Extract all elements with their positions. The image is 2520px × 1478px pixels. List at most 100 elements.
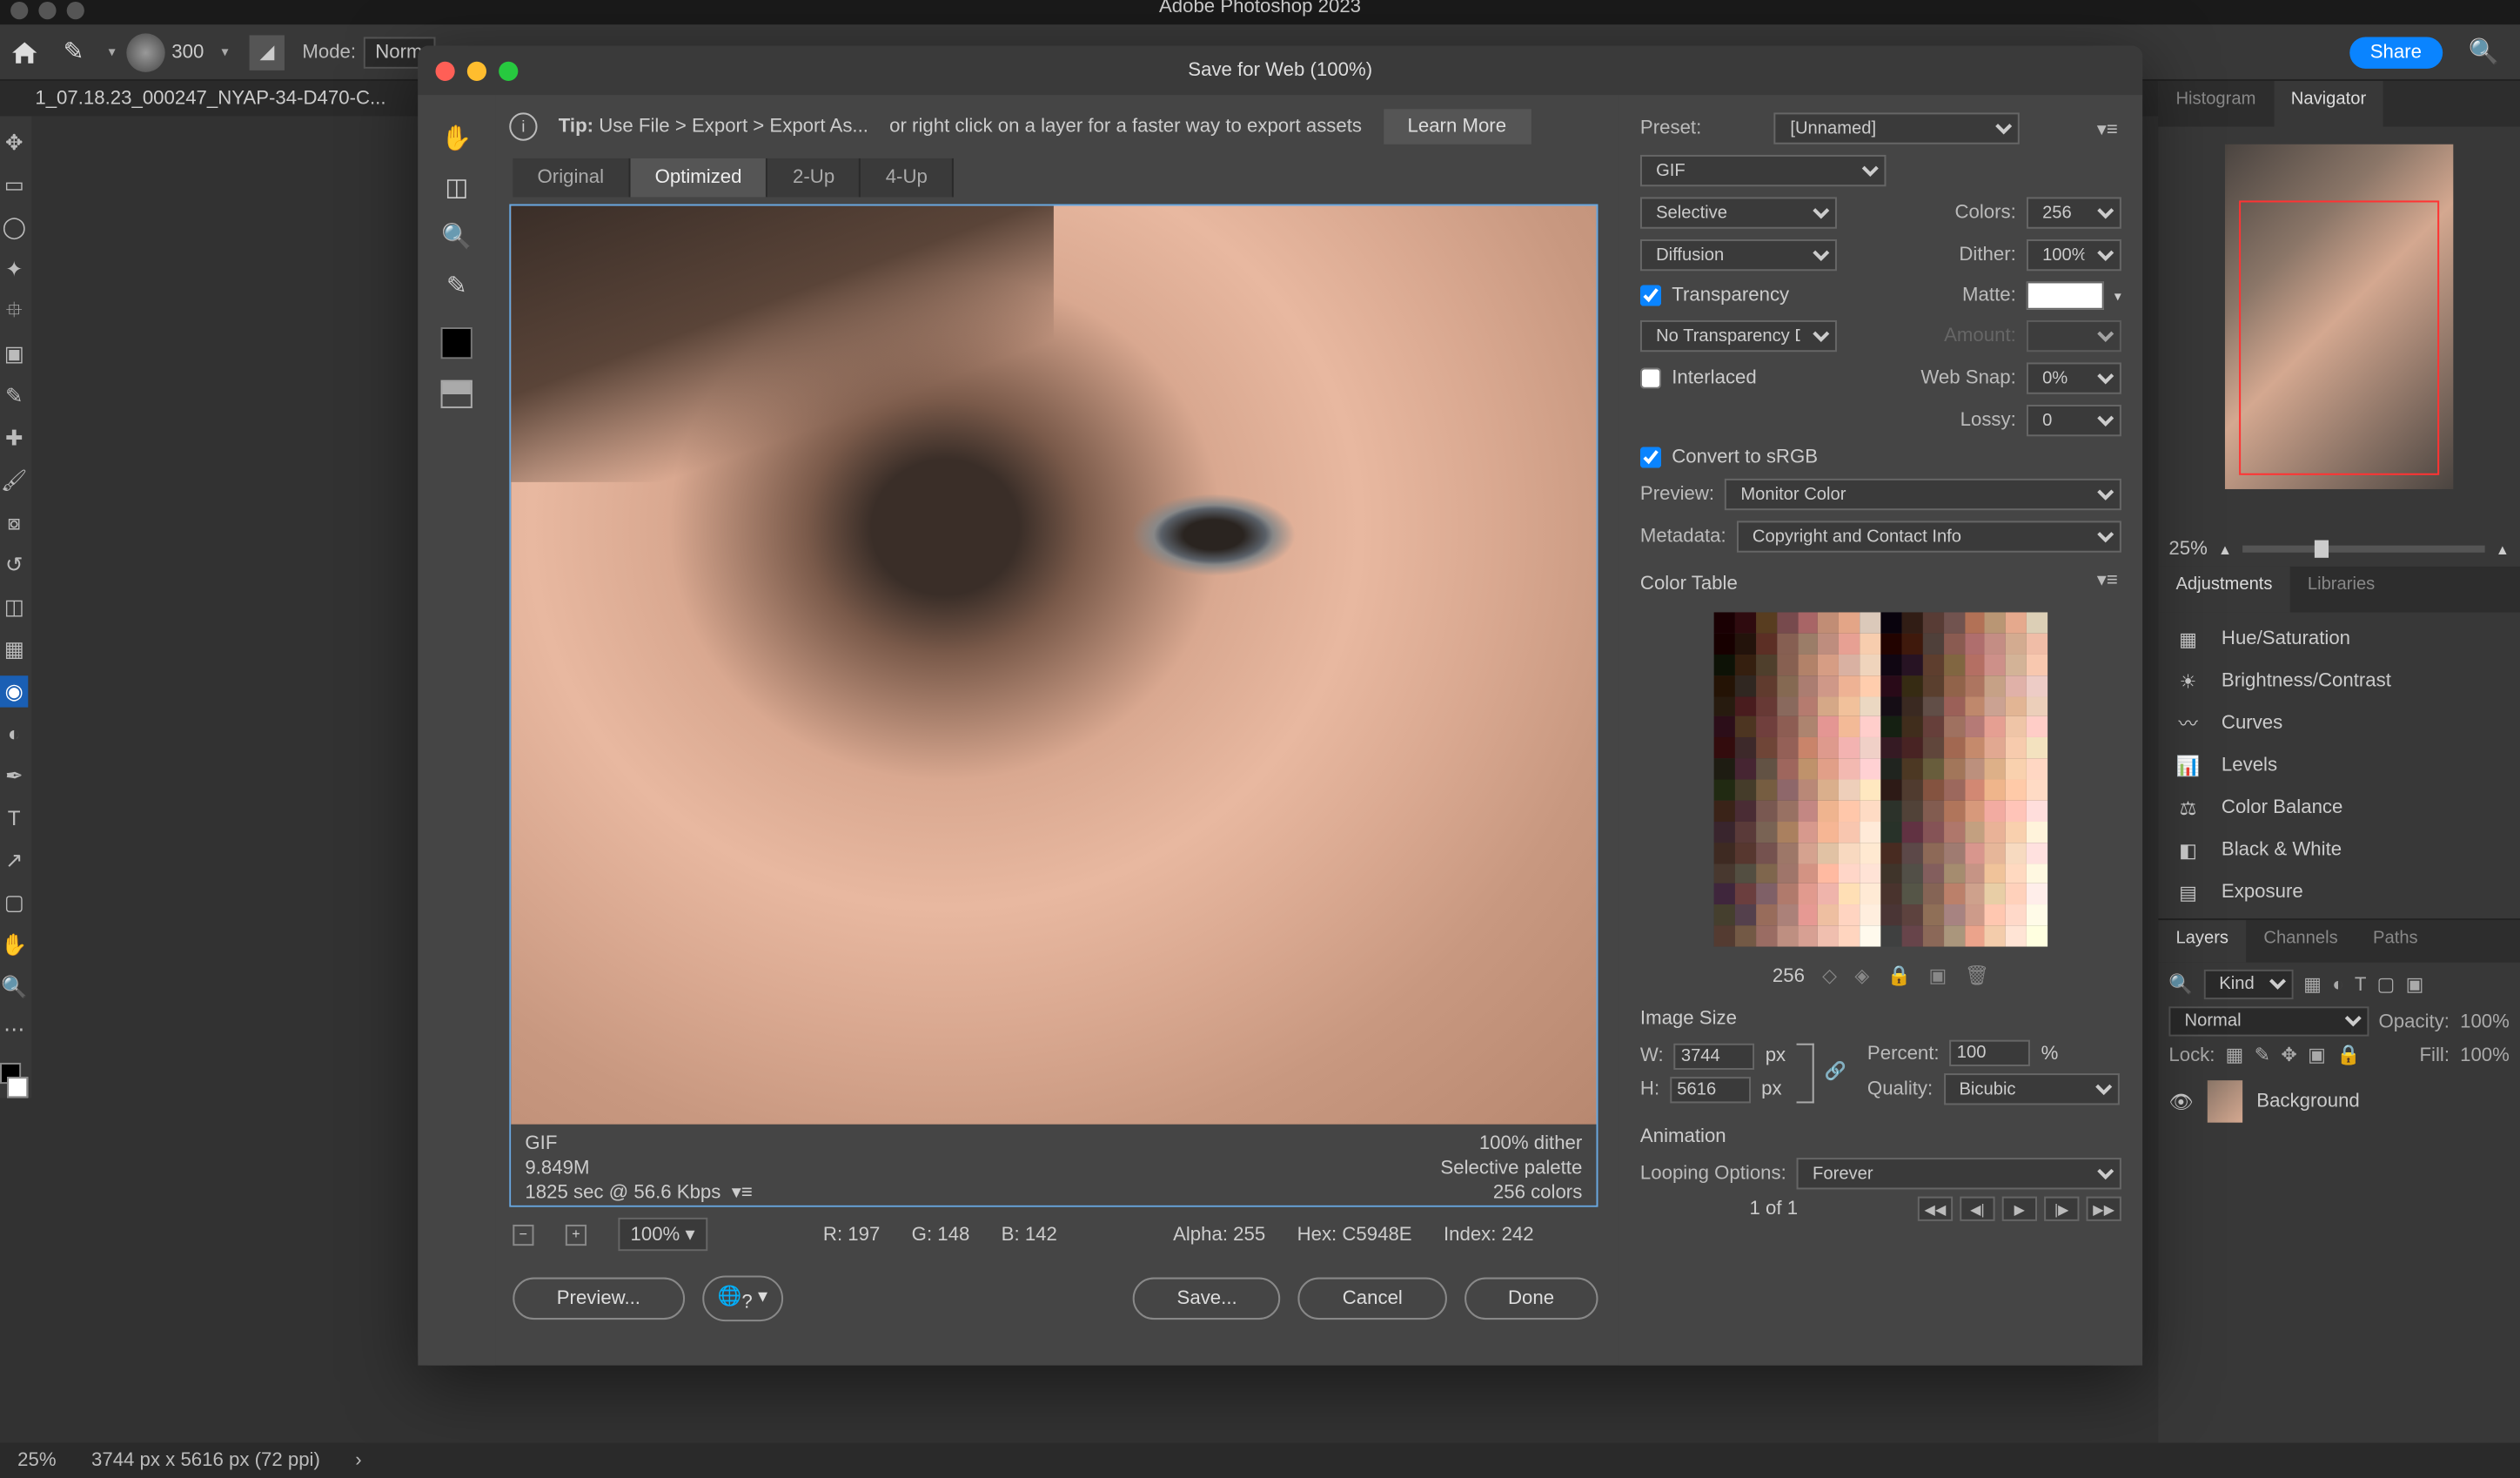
- tab-channels[interactable]: Channels: [2246, 920, 2356, 963]
- zoom-tool-icon[interactable]: 🔍: [439, 218, 474, 253]
- adj-curves[interactable]: 〰Curves: [2172, 711, 2505, 736]
- chevron-down-icon[interactable]: ▾: [109, 44, 116, 60]
- tab-optimized[interactable]: Optimized: [630, 158, 767, 197]
- adj-exposure[interactable]: ▤Exposure: [2172, 880, 2505, 904]
- cancel-button[interactable]: Cancel: [1298, 1278, 1446, 1320]
- path-tool-icon[interactable]: ↗: [0, 844, 28, 876]
- chevron-down-icon[interactable]: ▾: [222, 44, 229, 60]
- minimize-icon[interactable]: [467, 61, 486, 80]
- brush-tool-icon[interactable]: 🖌: [0, 465, 28, 496]
- tab-4up[interactable]: 4-Up: [861, 158, 954, 197]
- dodge-tool-icon[interactable]: ◐: [0, 718, 28, 749]
- marquee-tool-icon[interactable]: ▭: [0, 169, 28, 200]
- eyedropper-tool-icon[interactable]: ✎: [0, 380, 28, 412]
- pen-tool-icon[interactable]: ✒: [0, 760, 28, 791]
- brush-size[interactable]: 300: [171, 42, 204, 63]
- adj-hue-saturation[interactable]: ▦Hue/Saturation: [2172, 627, 2505, 651]
- tab-histogram[interactable]: Histogram: [2158, 81, 2273, 127]
- color-table-menu-icon[interactable]: ▾≡: [2094, 568, 2121, 590]
- reduction-select[interactable]: Selective: [1640, 197, 1837, 228]
- healing-tool-icon[interactable]: ✚: [0, 422, 28, 453]
- type-tool-icon[interactable]: T: [0, 803, 28, 834]
- adj-levels[interactable]: 📊Levels: [2172, 753, 2505, 777]
- map-icon[interactable]: ◈: [1854, 964, 1869, 987]
- zoom-tool-icon[interactable]: 🔍: [0, 971, 28, 1003]
- lock-icon[interactable]: 🔒: [1887, 964, 1912, 987]
- transparency-checkbox[interactable]: [1640, 285, 1661, 306]
- eraser-tool-icon[interactable]: ◫: [0, 591, 28, 622]
- brush-tool-icon[interactable]: ✎: [64, 37, 84, 66]
- looping-select[interactable]: Forever: [1797, 1158, 2121, 1189]
- chevron-right-icon[interactable]: ›: [355, 1450, 361, 1471]
- navigator-viewport[interactable]: [2239, 200, 2439, 474]
- lock-all-icon[interactable]: 🔒: [2336, 1044, 2361, 1066]
- fill-value[interactable]: 100%: [2460, 1045, 2510, 1065]
- link-icon[interactable]: [1796, 1043, 1813, 1103]
- more-tools-icon[interactable]: ⋯: [0, 1013, 28, 1045]
- color-table[interactable]: [1714, 612, 2048, 946]
- wand-tool-icon[interactable]: ✦: [0, 253, 28, 285]
- dither-amount[interactable]: 100%: [2027, 239, 2121, 271]
- height-input[interactable]: [1670, 1076, 1751, 1102]
- trans-dither-select[interactable]: No Transparency Dit...: [1640, 320, 1837, 352]
- zoom-icon[interactable]: [499, 61, 518, 80]
- web-snap[interactable]: 0%: [2027, 362, 2121, 393]
- slice-tool-icon[interactable]: ◫: [439, 169, 474, 204]
- adj-black-white[interactable]: ◧Black & White: [2172, 837, 2505, 862]
- eyedropper-tool-icon[interactable]: ✎: [439, 267, 474, 302]
- frame-tool-icon[interactable]: ▣: [0, 338, 28, 369]
- search-icon[interactable]: 🔍: [2469, 37, 2499, 66]
- layer-thumbnail[interactable]: [2208, 1080, 2242, 1123]
- format-select[interactable]: GIF: [1640, 155, 1887, 186]
- status-zoom[interactable]: 25%: [17, 1450, 56, 1471]
- tab-layers[interactable]: Layers: [2158, 920, 2246, 963]
- next-frame-button[interactable]: |▶: [2044, 1197, 2079, 1221]
- eyedropper-color[interactable]: [441, 327, 473, 359]
- done-button[interactable]: Done: [1464, 1278, 1598, 1320]
- last-frame-button[interactable]: ▶▶: [2087, 1197, 2121, 1221]
- adj-brightness[interactable]: ☀Brightness/Contrast: [2172, 668, 2505, 693]
- filter-adjust-icon[interactable]: ◐: [2332, 974, 2343, 995]
- minimize-icon[interactable]: [38, 2, 56, 19]
- blur-tool-icon[interactable]: ◉: [0, 675, 28, 707]
- interlaced-checkbox[interactable]: [1640, 367, 1661, 388]
- navigator-thumbnail[interactable]: [2225, 144, 2453, 489]
- play-button[interactable]: ▶: [2002, 1197, 2037, 1221]
- preview-image[interactable]: [511, 206, 1596, 1125]
- hand-tool-icon[interactable]: ✋: [0, 929, 28, 960]
- filter-shape-icon[interactable]: ▢: [2377, 973, 2396, 996]
- width-input[interactable]: [1674, 1043, 1755, 1069]
- search-icon[interactable]: 🔍: [2168, 973, 2193, 996]
- crop-tool-icon[interactable]: ⯐: [0, 296, 28, 327]
- lossy-select[interactable]: 0: [2027, 405, 2121, 436]
- colors-select[interactable]: 256: [2027, 197, 2121, 228]
- opacity-value[interactable]: 100%: [2460, 1011, 2510, 1031]
- layer-background[interactable]: 👁 Background: [2158, 1073, 2520, 1130]
- brush-preview[interactable]: [126, 32, 164, 71]
- move-tool-icon[interactable]: ✥: [0, 127, 28, 158]
- background-color[interactable]: [7, 1077, 28, 1098]
- stamp-tool-icon[interactable]: ⧇: [0, 507, 28, 538]
- sort-icon[interactable]: ◇: [1822, 964, 1837, 987]
- slice-visibility-icon[interactable]: [441, 380, 473, 408]
- minus-icon[interactable]: −: [513, 1224, 533, 1245]
- blend-mode-select[interactable]: Normal: [2168, 1006, 2368, 1036]
- share-button[interactable]: Share: [2349, 36, 2443, 67]
- close-icon[interactable]: [10, 2, 28, 19]
- lock-artboard-icon[interactable]: ▣: [2308, 1044, 2326, 1066]
- tab-navigator[interactable]: Navigator: [2274, 81, 2384, 127]
- zoom-select[interactable]: 100% ▾: [618, 1218, 707, 1251]
- filter-kind-select[interactable]: Kind: [2203, 970, 2293, 999]
- metadata-select[interactable]: Copyright and Contact Info: [1737, 521, 2121, 552]
- gradient-tool-icon[interactable]: ▦: [0, 634, 28, 665]
- preset-menu-icon[interactable]: ▾≡: [2094, 117, 2121, 139]
- new-icon[interactable]: ▣: [1929, 964, 1947, 987]
- home-icon[interactable]: [10, 39, 38, 64]
- chevron-down-icon[interactable]: ▾: [2115, 288, 2121, 304]
- learn-more-button[interactable]: Learn More: [1383, 109, 1531, 144]
- zoom-in-icon[interactable]: ▲: [2496, 541, 2510, 557]
- save-button[interactable]: Save...: [1133, 1278, 1281, 1320]
- first-frame-button[interactable]: ◀◀: [1918, 1197, 1953, 1221]
- lock-move-icon[interactable]: ✥: [2281, 1044, 2297, 1066]
- dither-method-select[interactable]: Diffusion: [1640, 239, 1837, 271]
